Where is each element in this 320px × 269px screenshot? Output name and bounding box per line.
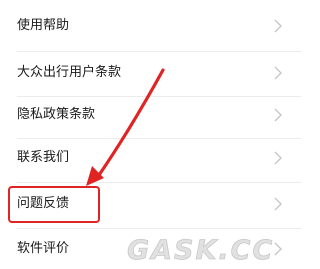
chevron-right-icon xyxy=(274,108,282,122)
watermark-text: GASK.CC xyxy=(127,235,274,265)
menu-item-privacy-policy[interactable]: 隐私政策条款 xyxy=(0,97,301,133)
divider xyxy=(17,182,301,183)
watermark: GASK.CC xyxy=(121,233,295,267)
settings-menu: 使用帮助 大众出行用户条款 隐私政策条款 联系我们 问题反馈 软件评价 xyxy=(0,0,301,268)
menu-item-label: 联系我们 xyxy=(17,150,70,165)
menu-item-help[interactable]: 使用帮助 xyxy=(0,8,301,44)
divider xyxy=(17,138,301,139)
highlight-box xyxy=(8,186,100,223)
chevron-right-icon xyxy=(274,19,282,33)
chevron-right-icon xyxy=(274,66,282,80)
menu-item-label: 隐私政策条款 xyxy=(17,107,96,122)
divider xyxy=(17,228,301,229)
chevron-right-icon xyxy=(274,197,282,211)
menu-item-label: 使用帮助 xyxy=(17,18,70,33)
menu-item-user-terms[interactable]: 大众出行用户条款 xyxy=(0,55,301,91)
menu-item-contact-us[interactable]: 联系我们 xyxy=(0,140,301,176)
chevron-right-icon xyxy=(274,151,282,165)
menu-item-label: 大众出行用户条款 xyxy=(17,65,122,80)
divider xyxy=(17,51,301,52)
menu-item-label: 软件评价 xyxy=(17,241,70,256)
